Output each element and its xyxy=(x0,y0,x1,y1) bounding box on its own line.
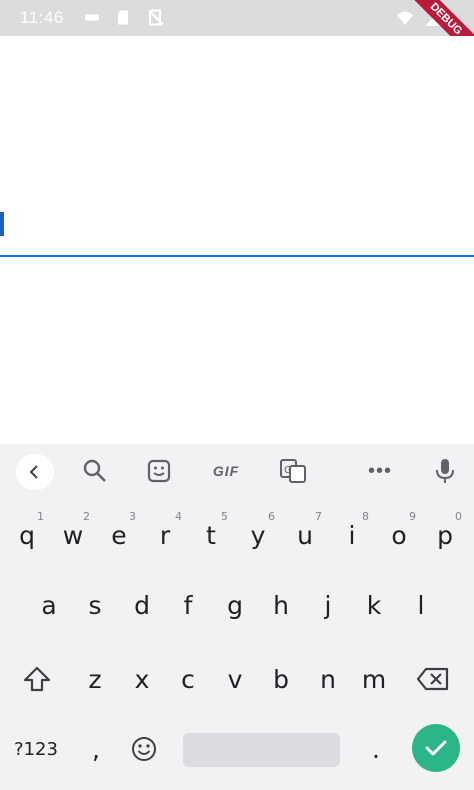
key-q[interactable]: q1 xyxy=(4,510,50,560)
keyboard-toolbar: GIF G ••• xyxy=(0,444,474,498)
translate-button[interactable]: G xyxy=(276,456,310,486)
key-b[interactable]: b xyxy=(258,654,304,704)
key-g[interactable]: g xyxy=(212,580,258,630)
key-h[interactable]: h xyxy=(258,580,304,630)
key-u[interactable]: u7 xyxy=(282,510,328,560)
key-v[interactable]: v xyxy=(212,654,258,704)
key-l[interactable]: l xyxy=(398,580,444,630)
key-o[interactable]: o9 xyxy=(376,510,422,560)
mic-icon xyxy=(436,459,454,483)
key-z[interactable]: z xyxy=(72,654,118,704)
key-p[interactable]: p0 xyxy=(422,510,468,560)
sd-card-icon xyxy=(118,10,128,25)
voice-input-button[interactable] xyxy=(428,456,462,486)
gif-label: GIF xyxy=(212,463,240,479)
app-content xyxy=(0,36,474,444)
text-cursor xyxy=(0,212,4,236)
backspace-key[interactable] xyxy=(410,654,456,704)
emoji-key[interactable] xyxy=(122,724,166,774)
notification-icon xyxy=(85,14,99,21)
soft-keyboard: GIF G ••• q1 w2 e3 r4 t5 y6 u7 i8 o9 p0 … xyxy=(0,444,474,790)
backspace-icon xyxy=(416,667,449,691)
key-n[interactable]: n xyxy=(305,654,351,704)
shift-icon xyxy=(23,666,51,692)
toolbar-back-button[interactable] xyxy=(16,454,54,490)
done-key[interactable] xyxy=(412,724,460,772)
key-r[interactable]: r4 xyxy=(142,510,188,560)
key-j[interactable]: j xyxy=(305,580,351,630)
space-bar[interactable] xyxy=(183,733,340,767)
key-s[interactable]: s xyxy=(72,580,118,630)
key-a[interactable]: a xyxy=(26,580,72,630)
key-c[interactable]: c xyxy=(165,654,211,704)
emoji-icon xyxy=(132,737,156,761)
comma-key[interactable]: , xyxy=(74,724,118,774)
checkmark-icon xyxy=(425,740,447,756)
key-i[interactable]: i8 xyxy=(329,510,375,560)
status-time: 11:46 xyxy=(20,8,64,27)
sticker-icon xyxy=(147,459,171,483)
svg-text:G: G xyxy=(284,465,292,476)
key-x[interactable]: x xyxy=(119,654,165,704)
search-button[interactable] xyxy=(78,456,112,486)
key-f[interactable]: f xyxy=(165,580,211,630)
input-underline xyxy=(0,255,474,257)
key-m[interactable]: m xyxy=(351,654,397,704)
symbols-key[interactable]: ?123 xyxy=(6,724,66,774)
chevron-left-icon xyxy=(29,465,38,479)
wifi-icon xyxy=(397,11,413,25)
more-button[interactable]: ••• xyxy=(362,456,398,486)
period-key[interactable]: . xyxy=(354,724,398,774)
key-k[interactable]: k xyxy=(351,580,397,630)
key-e[interactable]: e3 xyxy=(96,510,142,560)
key-w[interactable]: w2 xyxy=(50,510,96,560)
shift-key[interactable] xyxy=(14,654,60,704)
status-bar: 11:46 DEBUG xyxy=(0,0,474,36)
key-t[interactable]: t5 xyxy=(188,510,234,560)
sticker-button[interactable] xyxy=(142,456,176,486)
key-d[interactable]: d xyxy=(119,580,165,630)
gif-button[interactable]: GIF xyxy=(206,456,246,486)
key-y[interactable]: y6 xyxy=(235,510,281,560)
search-icon xyxy=(83,459,106,482)
translate-icon: G xyxy=(280,459,306,483)
no-sim-icon xyxy=(148,9,164,26)
more-dots: ••• xyxy=(367,459,392,482)
text-input[interactable] xyxy=(0,196,474,260)
